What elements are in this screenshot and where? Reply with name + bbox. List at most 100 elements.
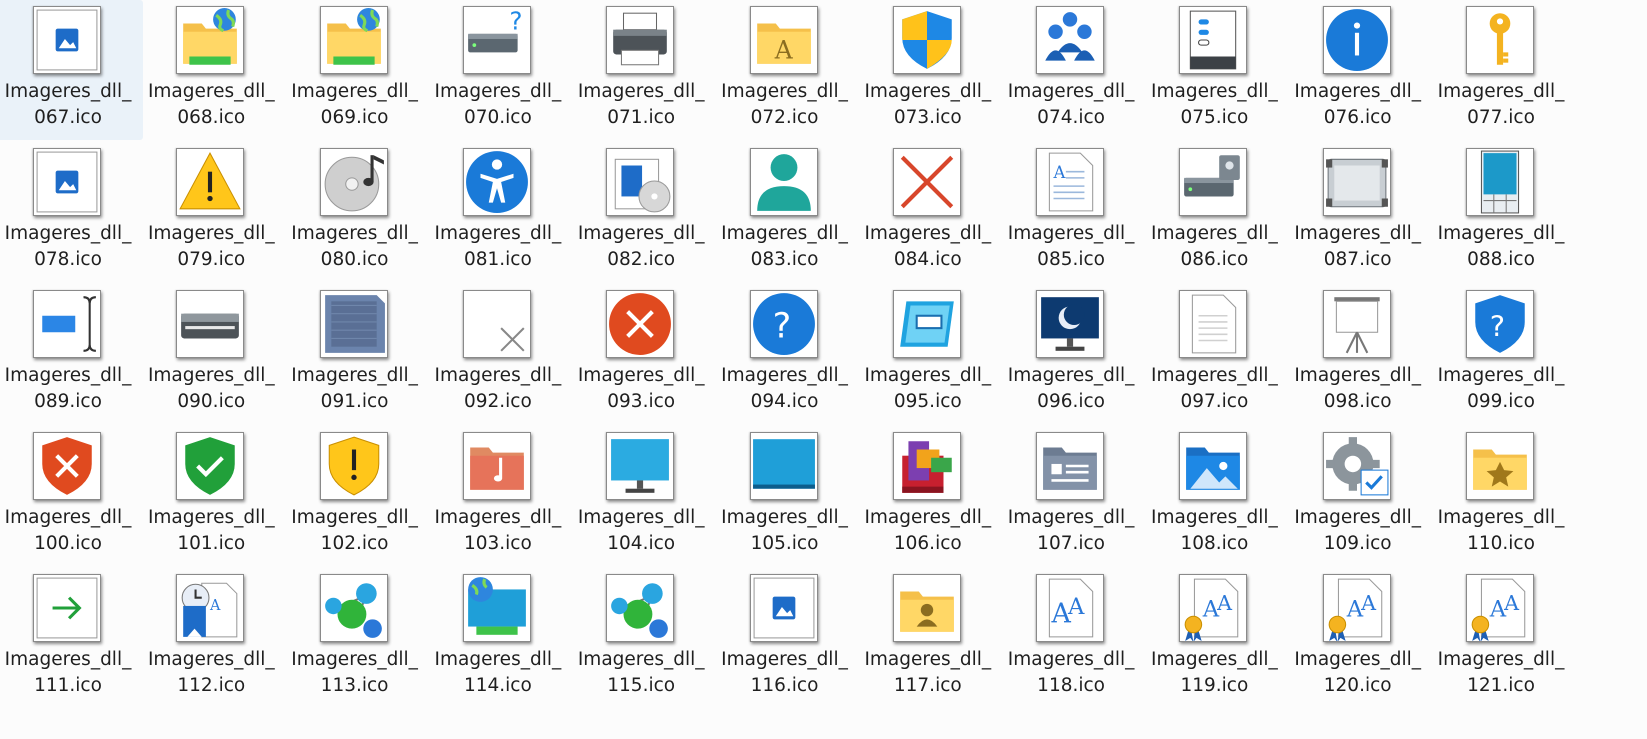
file-item[interactable]: Imageres_dll_ 082.ico [566, 142, 716, 282]
remote-window-icon [892, 290, 961, 358]
file-name-line1: Imageres_dll_ [864, 81, 992, 102]
file-name-line2: 083.ico [750, 249, 819, 270]
file-item[interactable]: Imageres_dll_ 102.ico [280, 426, 430, 566]
file-item[interactable]: Imageres_dll_ 068.ico [136, 0, 286, 140]
gear-check-icon [1322, 432, 1391, 500]
file-item[interactable]: Imageres_dll_ 071.ico [566, 0, 716, 140]
blank-x-icon [462, 290, 531, 358]
arrow-right-icon [33, 574, 101, 642]
file-item[interactable]: A A Imageres_dll_ 119.ico [1139, 568, 1289, 708]
file-name-label: Imageres_dll_ 089.ico [0, 363, 143, 415]
contacts-folder-icon [1036, 432, 1105, 500]
file-item[interactable]: Imageres_dll_ 093.ico [566, 284, 716, 424]
file-item[interactable]: Imageres_dll_ 081.ico [423, 142, 573, 282]
file-name-label: Imageres_dll_ 110.ico [1426, 505, 1576, 557]
file-item[interactable]: Imageres_dll_ 091.ico [280, 284, 430, 424]
file-item[interactable]: Imageres_dll_ 095.ico [853, 284, 1003, 424]
file-item[interactable]: Imageres_dll_ 075.ico [1139, 0, 1289, 140]
file-item[interactable]: Imageres_dll_ 078.ico [0, 142, 143, 282]
file-item[interactable]: Imageres_dll_ 098.ico [1283, 284, 1433, 424]
file-item[interactable]: Imageres_dll_ 104.ico [566, 426, 716, 566]
file-name-line2: 113.ico [320, 675, 389, 696]
network-folder-globe-icon [176, 6, 245, 74]
file-item[interactable]: Imageres_dll_ 069.ico [280, 0, 430, 140]
file-item[interactable]: Imageres_dll_ 108.ico [1139, 426, 1289, 566]
file-name-line1: Imageres_dll_ [1294, 81, 1422, 102]
file-name-line2: 103.ico [463, 533, 532, 554]
file-item[interactable]: Imageres_dll_ 080.ico [280, 142, 430, 282]
file-item[interactable]: Imageres_dll_ 073.ico [853, 0, 1003, 140]
certified-font-icon: AA [1466, 574, 1534, 642]
file-item[interactable]: A Imageres_dll_ 112.ico [136, 568, 286, 708]
file-item[interactable]: Imageres_dll_ 090.ico [136, 284, 286, 424]
file-name-label: Imageres_dll_ 107.ico [996, 505, 1146, 557]
music-folder-icon [462, 432, 531, 500]
file-item[interactable]: Imageres_dll_ 113.ico [280, 568, 430, 708]
file-item[interactable]: Imageres_dll_ 114.ico [423, 568, 573, 708]
file-item[interactable]: Imageres_dll_ 096.ico [996, 284, 1146, 424]
file-item[interactable]: Imageres_dll_ 087.ico [1283, 142, 1433, 282]
file-name-line1: Imageres_dll_ [147, 507, 275, 528]
file-item[interactable]: Imageres_dll_ 100.ico [0, 426, 143, 566]
file-name-label: Imageres_dll_ 076.ico [1283, 79, 1433, 131]
file-name-label: Imageres_dll_ 111.ico [0, 647, 143, 699]
file-item[interactable]: Imageres_dll_ 079.ico [136, 142, 286, 282]
file-name-line2: 106.ico [893, 533, 962, 554]
file-item[interactable]: Imageres_dll_ 083.ico [710, 142, 860, 282]
file-name-line2: 090.ico [177, 391, 246, 412]
file-item[interactable]: Imageres_dll_ 086.ico [1139, 142, 1289, 282]
file-name-label: Imageres_dll_ 069.ico [280, 79, 430, 131]
file-item[interactable]: A A Imageres_dll_ 120.ico [1283, 568, 1433, 708]
file-name-label: Imageres_dll_ 070.ico [423, 79, 573, 131]
file-item[interactable]: Imageres_dll_ 107.ico [996, 426, 1146, 566]
blank-document-icon [1179, 290, 1248, 358]
file-item[interactable]: Imageres_dll_ 074.ico [996, 0, 1146, 140]
file-item[interactable]: A Imageres_dll_ 085.ico [996, 142, 1146, 282]
file-name-line2: 108.ico [1180, 533, 1249, 554]
file-item[interactable]: Imageres_dll_ 101.ico [136, 426, 286, 566]
file-name-label: Imageres_dll_ 074.ico [996, 79, 1146, 131]
red-x-icon [892, 148, 961, 216]
file-item[interactable]: Imageres_dll_ 097.ico [1139, 284, 1289, 424]
file-item[interactable]: Imageres_dll_ 115.ico [566, 568, 716, 708]
file-name-label: Imageres_dll_ 101.ico [136, 505, 286, 557]
file-item[interactable]: Imageres_dll_ 109.ico [1283, 426, 1433, 566]
file-item[interactable]: ? Imageres_dll_ 099.ico [1426, 284, 1576, 424]
recent-document-icon: A [176, 574, 245, 642]
file-item[interactable]: Imageres_dll_ 103.ico [423, 426, 573, 566]
file-item[interactable]: ? Imageres_dll_ 070.ico [423, 0, 573, 140]
file-item[interactable]: A Imageres_dll_ 072.ico [710, 0, 860, 140]
file-name-line1: Imageres_dll_ [291, 223, 418, 244]
file-item[interactable]: Imageres_dll_ 067.ico [0, 0, 143, 140]
file-item[interactable]: Imageres_dll_ 105.ico [710, 426, 860, 566]
file-name-line2: 072.ico [750, 107, 819, 128]
file-name-line1: Imageres_dll_ [1007, 223, 1135, 244]
file-item[interactable]: Imageres_dll_ 092.ico [423, 284, 573, 424]
file-item[interactable]: A A Imageres_dll_ 121.ico [1426, 568, 1576, 708]
file-item[interactable]: Imageres_dll_ 088.ico [1426, 142, 1576, 282]
file-item[interactable]: Imageres_dll_ 111.ico [0, 568, 143, 708]
file-item[interactable]: Imageres_dll_ 084.ico [853, 142, 1003, 282]
file-item[interactable]: Imageres_dll_ 076.ico [1283, 0, 1433, 140]
file-name-line1: Imageres_dll_ [4, 365, 132, 386]
file-name-line2: 088.ico [1467, 249, 1535, 270]
file-name-label: Imageres_dll_ 102.ico [280, 505, 430, 557]
file-item[interactable]: A A Imageres_dll_ 118.ico [996, 568, 1146, 708]
file-item[interactable]: Imageres_dll_ 089.ico [0, 284, 143, 424]
file-name-line1: Imageres_dll_ [291, 81, 418, 102]
file-name-label: Imageres_dll_ 077.ico [1426, 79, 1576, 131]
file-item[interactable]: Imageres_dll_ 110.ico [1426, 426, 1576, 566]
server-settings-icon [1179, 6, 1248, 74]
file-item[interactable]: ? Imageres_dll_ 094.ico [710, 284, 860, 424]
projector-screen-icon [1322, 290, 1391, 358]
file-item[interactable]: Imageres_dll_ 106.ico [853, 426, 1003, 566]
file-name-line1: Imageres_dll_ [1437, 507, 1565, 528]
file-item[interactable]: Imageres_dll_ 116.ico [710, 568, 860, 708]
unknown-drive-icon: ? [462, 6, 531, 74]
file-item[interactable]: Imageres_dll_ 077.ico [1426, 0, 1576, 140]
file-name-line1: Imageres_dll_ [147, 365, 275, 386]
file-name-line2: 093.ico [607, 391, 676, 412]
svg-text:A: A [773, 36, 793, 65]
file-name-line2: 110.ico [1467, 533, 1535, 554]
file-item[interactable]: Imageres_dll_ 117.ico [853, 568, 1003, 708]
